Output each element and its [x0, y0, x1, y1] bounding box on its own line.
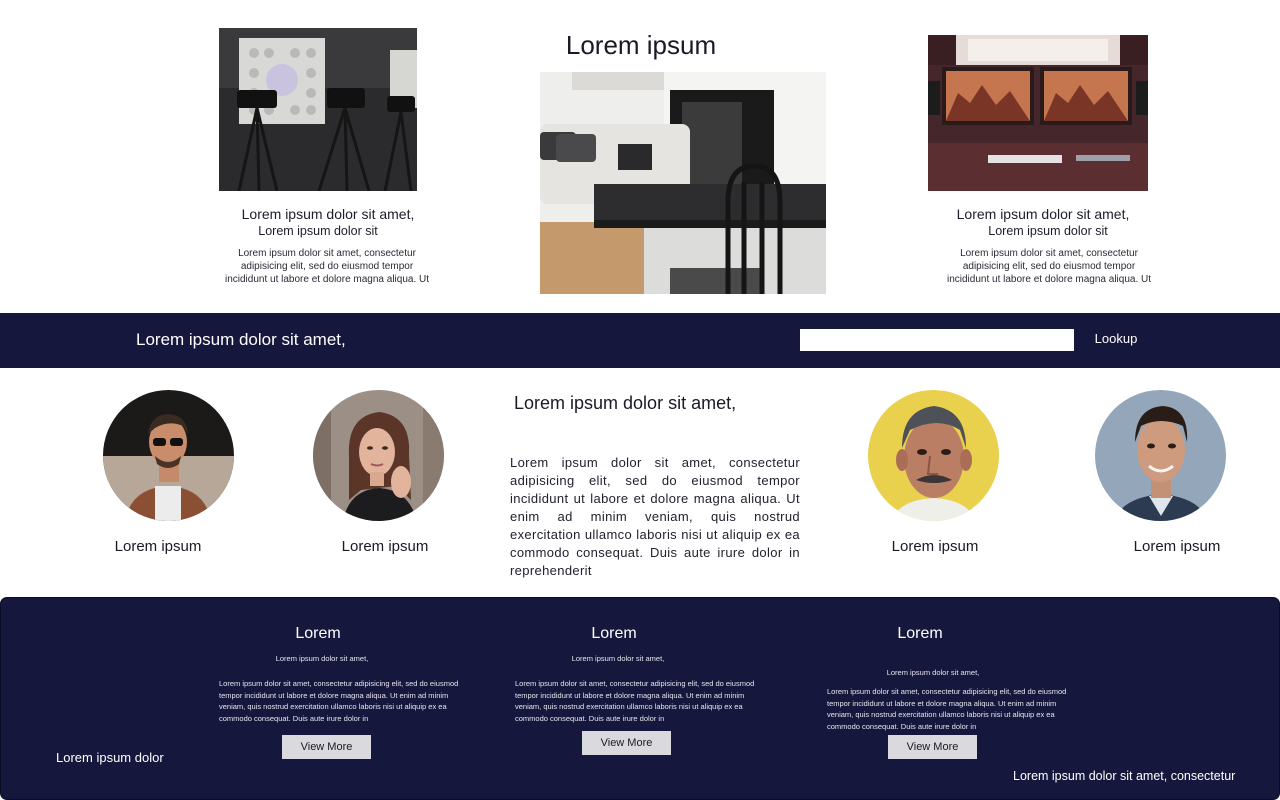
- woman-avatar: [313, 390, 444, 521]
- footer-col-3-view-more-button[interactable]: View More: [888, 735, 977, 759]
- footer-col-2-view-more-button[interactable]: View More: [582, 731, 671, 755]
- footer-col-1-title: Lorem: [295, 625, 341, 642]
- footer-col-1-view-more-button[interactable]: View More: [282, 735, 371, 759]
- team-member-2-name: Lorem ipsum: [341, 538, 429, 555]
- card-3-subtitle: Lorem ipsum dolor sit: [988, 224, 1108, 238]
- search-band-title: Lorem ipsum dolor sit amet,: [136, 330, 346, 349]
- camera-studio-photo: [219, 28, 417, 191]
- footer-col-2-body: Lorem ipsum dolor sit amet, consectetur …: [515, 679, 755, 723]
- team-member-1-name: Lorem ipsum: [114, 538, 202, 555]
- card-1-subtitle: Lorem ipsum dolor sit: [258, 224, 378, 238]
- card-3-body: Lorem ipsum dolor sit amet, consectetur …: [946, 248, 1152, 285]
- footer-right-text: Lorem ipsum dolor sit amet, consectetur: [1013, 769, 1236, 783]
- team-body: Lorem ipsum dolor sit amet, consectetur …: [510, 455, 800, 578]
- footer-left-text: Lorem ipsum dolor: [56, 750, 164, 765]
- footer-col-3-subtitle: Lorem ipsum dolor sit amet,: [886, 668, 980, 677]
- footer-col-2-subtitle: Lorem ipsum dolor sit amet,: [571, 654, 665, 663]
- team-title: Lorem ipsum dolor sit amet,: [514, 393, 737, 413]
- lookup-input[interactable]: [800, 329, 1074, 351]
- desk-monitors-photo: [928, 35, 1148, 191]
- footer-col-3-body: Lorem ipsum dolor sit amet, consectetur …: [827, 687, 1067, 731]
- living-room-photo: [540, 72, 826, 294]
- card-1-title: Lorem ipsum dolor sit amet,: [241, 206, 415, 222]
- footer-col-3-title: Lorem: [897, 625, 943, 642]
- young-man-avatar: [1095, 390, 1226, 521]
- footer-col-2-title: Lorem: [591, 625, 637, 642]
- lookup-button[interactable]: Lookup: [1088, 327, 1144, 349]
- footer-col-1-body: Lorem ipsum dolor sit amet, consectetur …: [219, 679, 459, 723]
- man-sunglasses-avatar: [103, 390, 234, 521]
- card-3-title: Lorem ipsum dolor sit amet,: [956, 206, 1130, 222]
- elderly-man-avatar: [868, 390, 999, 521]
- footer-col-1-subtitle: Lorem ipsum dolor sit amet,: [275, 654, 369, 663]
- hero-title: Lorem ipsum: [565, 30, 717, 60]
- team-member-3-name: Lorem ipsum: [891, 538, 979, 555]
- team-member-4-name: Lorem ipsum: [1133, 538, 1221, 555]
- card-1-body: Lorem ipsum dolor sit amet, consectetur …: [224, 248, 430, 285]
